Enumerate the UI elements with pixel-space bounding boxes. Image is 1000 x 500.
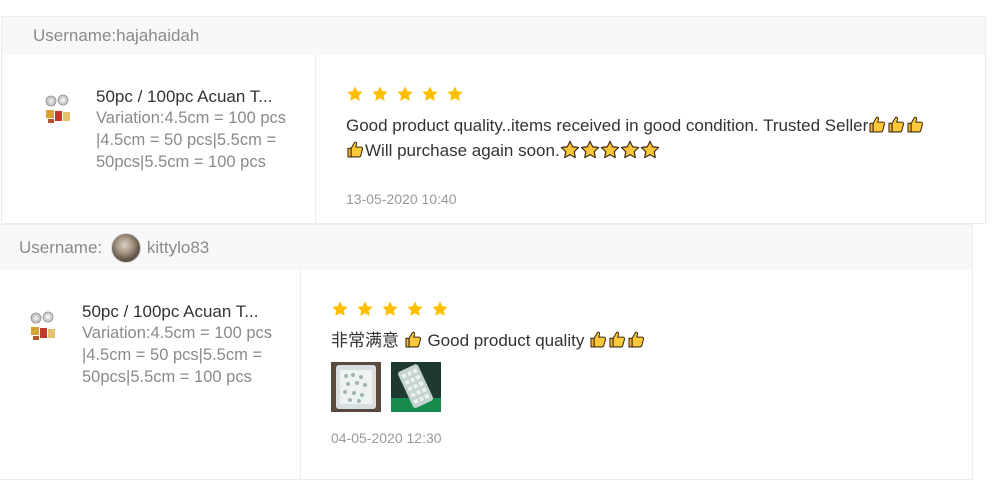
comment-text: 非常满意 (331, 331, 404, 350)
review-body: 50pc / 100pc Acuan T... Variation:4.5cm … (2, 55, 985, 223)
thumbs-up-emoji-icon (887, 115, 906, 134)
star-icon (421, 85, 439, 103)
thumbs-up-emoji-icon (906, 115, 925, 134)
review-body: 50pc / 100pc Acuan T... Variation:4.5cm … (0, 270, 972, 479)
review-card: Username: kittylo83 50pc / 100pc Acuan T… (0, 224, 973, 480)
star-rating (331, 300, 449, 318)
thumbs-up-emoji-icon (868, 115, 887, 134)
comment-text: Will purchase again soon. (365, 141, 560, 160)
star-emoji-icon (560, 140, 580, 160)
product-info[interactable]: 50pc / 100pc Acuan T... Variation:4.5cm … (2, 55, 316, 223)
review-photos (331, 362, 441, 412)
review-photo-1[interactable] (331, 362, 381, 412)
comment-text: Good product quality (422, 331, 590, 350)
star-rating (346, 85, 464, 103)
review-comment: Good product quality..items received in … (346, 113, 966, 163)
review-header: Username: hajahaidah (2, 17, 985, 55)
review-content: Good product quality..items received in … (316, 55, 985, 223)
star-icon (356, 300, 374, 318)
star-emoji-icon (600, 140, 620, 160)
star-icon (431, 300, 449, 318)
thumbs-up-emoji-icon (589, 330, 608, 349)
username-label: Username: (19, 237, 107, 257)
product-variation: Variation:4.5cm = 100 pcs|4.5cm = 50 pcs… (82, 324, 273, 386)
product-thumbnail[interactable] (42, 93, 74, 125)
review-timestamp: 04-05-2020 12:30 (331, 430, 442, 446)
star-icon (371, 85, 389, 103)
avatar[interactable] (110, 232, 141, 263)
username[interactable]: hajahaidah (116, 26, 199, 46)
star-icon (331, 300, 349, 318)
thumbs-up-emoji-icon (404, 330, 423, 349)
star-icon (396, 85, 414, 103)
comment-text: Good product quality..items received in … (346, 116, 869, 135)
username-label: Username: (33, 26, 117, 45)
username[interactable]: kittylo83 (147, 238, 209, 258)
thumbs-up-emoji-icon (627, 330, 646, 349)
review-timestamp: 13-05-2020 10:40 (346, 191, 457, 207)
review-photo-2[interactable] (391, 362, 441, 412)
review-comment: 非常满意 Good product quality (331, 328, 931, 353)
star-emoji-icon (620, 140, 640, 160)
product-name[interactable]: 50pc / 100pc Acuan T... (82, 302, 272, 322)
star-emoji-icon (640, 140, 660, 160)
product-variation: Variation:4.5cm = 100 pcs|4.5cm = 50 pcs… (96, 109, 287, 171)
thumbs-up-emoji-icon (346, 140, 365, 159)
thumbs-up-emoji-icon (608, 330, 627, 349)
star-icon (406, 300, 424, 318)
review-header: Username: kittylo83 (0, 225, 972, 270)
star-icon (346, 85, 364, 103)
star-emoji-icon (580, 140, 600, 160)
product-info[interactable]: 50pc / 100pc Acuan T... Variation:4.5cm … (0, 270, 301, 479)
product-name[interactable]: 50pc / 100pc Acuan T... (96, 87, 286, 107)
star-icon (381, 300, 399, 318)
product-thumbnail[interactable] (27, 310, 59, 342)
review-content: 非常满意 Good product quality 04-05-2020 12:… (301, 270, 972, 479)
star-icon (446, 85, 464, 103)
review-card: Username: hajahaidah 50pc / 100pc Acuan … (1, 16, 986, 224)
